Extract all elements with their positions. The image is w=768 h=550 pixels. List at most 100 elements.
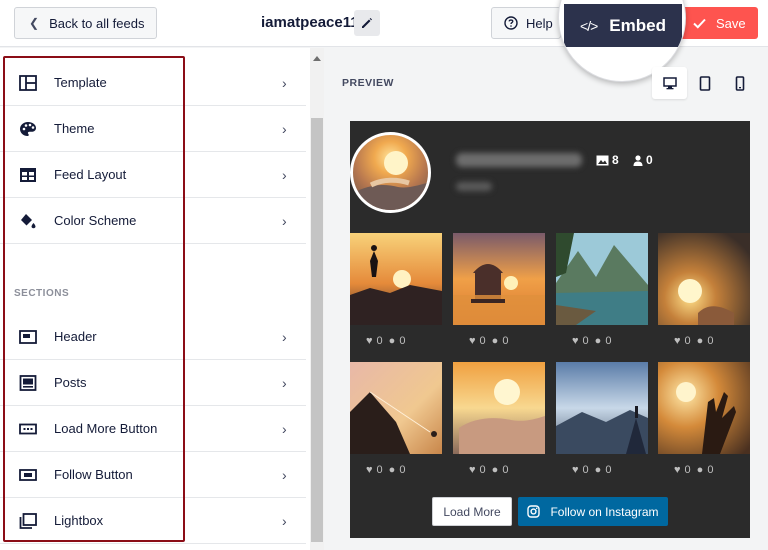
like-count: 0 <box>376 335 383 347</box>
follow-icon <box>19 469 37 481</box>
blurred-username <box>456 153 582 167</box>
heart-icon: ♥ <box>366 464 373 476</box>
glowing-bulb-image <box>658 233 750 325</box>
template-icon <box>19 75 37 91</box>
help-button[interactable]: Help <box>491 7 561 39</box>
feed-post-photo[interactable] <box>556 233 648 325</box>
post-engagement: ♥ 0 ● 0 <box>674 335 713 347</box>
comment-count: 0 <box>399 464 406 476</box>
posts-icon <box>19 375 37 391</box>
comment-icon: ● <box>491 335 499 347</box>
chevron-right-icon: › <box>282 328 287 345</box>
device-switcher <box>652 67 758 99</box>
post-engagement: ♥ 0 ● 0 <box>572 335 611 347</box>
profile-avatar <box>350 132 431 213</box>
comment-icon: ● <box>594 335 602 347</box>
comment-icon: ● <box>388 335 396 347</box>
scroll-up-arrow-icon[interactable] <box>313 56 321 61</box>
sidebar-item-theme[interactable]: Theme › <box>0 106 306 152</box>
tablet-view-button[interactable] <box>687 67 722 99</box>
sidebar-item-label: Color Scheme <box>54 213 137 228</box>
heart-icon: ♥ <box>469 335 476 347</box>
sidebar-item-label: Theme <box>54 121 95 136</box>
feed-post-photo[interactable] <box>658 233 750 325</box>
feed-post-photo[interactable] <box>658 362 750 454</box>
chevron-right-icon: › <box>282 212 287 229</box>
like-count: 0 <box>582 464 589 476</box>
paint-bucket-icon <box>21 214 36 229</box>
comment-icon: ● <box>594 464 602 476</box>
chevron-right-icon: › <box>282 120 287 137</box>
comment-icon: ● <box>388 464 396 476</box>
scrollbar-thumb[interactable] <box>311 118 323 542</box>
feed-post-photo[interactable] <box>350 233 442 325</box>
feed-post-photo[interactable] <box>453 362 545 454</box>
sidebar-item-load-more-button[interactable]: Load More Button › <box>0 406 306 452</box>
feed-post-photo[interactable] <box>350 362 442 454</box>
sidebar-item-template[interactable]: Template › <box>0 60 306 106</box>
like-count: 0 <box>376 464 383 476</box>
sunset-jump-image <box>350 233 442 325</box>
chevron-right-icon: › <box>282 420 287 437</box>
follow-label: Follow on Instagram <box>550 504 659 519</box>
embed-button[interactable]: </> Embed <box>564 4 682 47</box>
sidebar-item-lightbox[interactable]: Lightbox › <box>0 498 306 544</box>
sidebar-item-header[interactable]: Header › <box>0 314 306 360</box>
header-icon <box>19 330 37 344</box>
feed-post-photo[interactable] <box>453 233 545 325</box>
customizer-sidebar: Template › Theme › Feed Layout › Color S… <box>0 48 310 550</box>
comment-count: 0 <box>707 464 714 476</box>
heart-icon: ♥ <box>572 335 579 347</box>
mobile-view-button[interactable] <box>722 67 757 99</box>
feed-post-photo[interactable] <box>556 362 648 454</box>
layout-icon <box>20 168 36 182</box>
comment-count: 0 <box>707 335 714 347</box>
chevron-right-icon: › <box>282 466 287 483</box>
comment-icon: ● <box>491 464 499 476</box>
mountain-peak-image <box>556 362 648 454</box>
embed-label: Embed <box>609 15 666 35</box>
code-icon: </> <box>580 17 598 34</box>
sidebar-item-label: Feed Layout <box>54 167 127 182</box>
save-label: Save <box>716 15 746 31</box>
like-count: 0 <box>479 335 486 347</box>
sidebar-item-follow-button[interactable]: Follow Button › <box>0 452 306 498</box>
sidebar-item-feed-layout[interactable]: Feed Layout › <box>0 152 306 198</box>
mobile-icon <box>735 75 744 91</box>
tablet-icon <box>699 75 710 91</box>
heart-icon: ♥ <box>469 464 476 476</box>
comment-count: 0 <box>502 464 509 476</box>
back-to-feeds-button[interactable]: ❮ Back to all feeds <box>14 7 157 39</box>
sidebar-item-label: Posts <box>54 375 87 390</box>
blurred-subtitle <box>456 182 492 191</box>
desktop-view-button[interactable] <box>652 67 687 99</box>
image-icon <box>596 155 609 165</box>
post-engagement: ♥ 0 ● 0 <box>366 464 405 476</box>
mountain-lake-image <box>556 233 648 325</box>
sidebar-item-label: Template <box>54 75 107 90</box>
load-more-icon <box>19 423 37 435</box>
comment-icon: ● <box>696 335 704 347</box>
lightbox-icon <box>19 513 37 529</box>
pencil-icon <box>362 18 372 28</box>
sections-heading: SECTIONS <box>14 288 70 299</box>
heart-icon: ♥ <box>366 335 373 347</box>
chevron-right-icon: › <box>282 374 287 391</box>
load-more-button[interactable]: Load More <box>432 497 512 526</box>
post-engagement: ♥ 0 ● 0 <box>469 464 508 476</box>
question-circle-icon <box>504 16 518 30</box>
post-engagement: ♥ 0 ● 0 <box>366 335 405 347</box>
save-button[interactable]: Save <box>680 7 758 39</box>
edit-feed-name-button[interactable] <box>354 10 380 36</box>
follow-on-instagram-button[interactable]: Follow on Instagram <box>518 497 668 526</box>
sidebar-item-label: Load More Button <box>54 421 158 436</box>
heart-icon: ♥ <box>674 464 681 476</box>
photo-count-value: 8 <box>612 153 619 167</box>
post-engagement: ♥ 0 ● 0 <box>674 464 713 476</box>
photo-count: 8 <box>596 153 619 167</box>
sidebar-item-posts[interactable]: Posts › <box>0 360 306 406</box>
sidebar-item-color-scheme[interactable]: Color Scheme › <box>0 198 306 244</box>
user-icon <box>633 154 643 166</box>
comment-count: 0 <box>399 335 406 347</box>
like-count: 0 <box>479 464 486 476</box>
